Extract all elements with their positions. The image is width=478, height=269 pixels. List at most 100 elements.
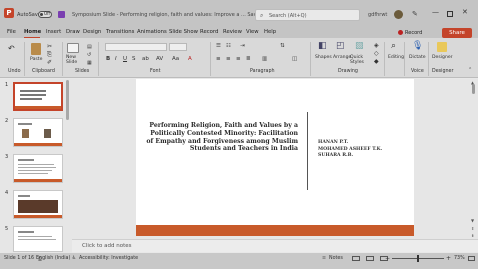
shape-outline-icon[interactable]: ◇: [374, 50, 379, 57]
tab-draw[interactable]: Draw: [66, 29, 80, 35]
tab-record[interactable]: Record: [200, 29, 218, 35]
indent-icon[interactable]: ⇥: [240, 43, 245, 49]
slide-thumbnail-4[interactable]: [13, 190, 63, 219]
normal-view-icon[interactable]: [352, 256, 360, 261]
microphone-icon[interactable]: 🎙: [412, 41, 423, 51]
slide-thumbnail-2[interactable]: [13, 118, 63, 147]
slide-scrollbar[interactable]: [472, 80, 476, 228]
undo-icon[interactable]: ↶: [8, 44, 15, 53]
notes-toggle[interactable]: Notes: [329, 256, 343, 261]
new-slide-icon[interactable]: [67, 43, 79, 53]
quick-styles-icon[interactable]: ▧: [355, 41, 364, 51]
case-icon[interactable]: Aa: [172, 56, 179, 62]
language[interactable]: English (India): [36, 256, 70, 261]
slides-group-label: Slides: [75, 69, 90, 74]
scrollbar-thumb[interactable]: [472, 84, 475, 94]
accessibility-status[interactable]: Accessibility: Investigate: [79, 256, 138, 261]
underline-icon[interactable]: U: [123, 56, 127, 62]
zoom-out-icon[interactable]: −: [385, 255, 390, 262]
smartart-icon[interactable]: ◫: [292, 56, 297, 62]
font-size-select[interactable]: [169, 43, 187, 51]
format-painter-icon[interactable]: ✐: [47, 59, 52, 66]
tab-transitions[interactable]: Transitions: [106, 29, 134, 35]
new-slide-label[interactable]: New Slide: [66, 55, 84, 65]
strikethrough-icon[interactable]: S: [132, 56, 136, 62]
collapse-ribbon-icon[interactable]: ⌃: [468, 67, 472, 73]
next-slide-icon[interactable]: ⇟: [471, 233, 474, 238]
notes-placeholder: Click to add notes: [82, 243, 132, 249]
tab-review[interactable]: Review: [223, 29, 242, 35]
tab-help[interactable]: Help: [264, 29, 276, 35]
text-direction-icon[interactable]: ⇅: [280, 43, 285, 49]
slide-sorter-icon[interactable]: [366, 256, 374, 261]
align-right-icon[interactable]: ≡: [236, 56, 241, 62]
spacing-icon[interactable]: AV: [156, 56, 163, 62]
share-button[interactable]: Share: [442, 28, 472, 38]
find-icon[interactable]: ⌕: [391, 41, 396, 51]
shadow-icon[interactable]: ab: [142, 56, 149, 62]
author-name: SUHARA R.B.: [318, 153, 354, 158]
tab-view[interactable]: View: [246, 29, 259, 35]
slide-title[interactable]: Performing Religion, Faith and Values by…: [142, 122, 298, 153]
cut-icon[interactable]: ✂: [47, 43, 52, 50]
tab-file[interactable]: File: [7, 29, 16, 35]
section-icon[interactable]: ▦: [87, 60, 92, 66]
tab-design[interactable]: Design: [83, 29, 101, 35]
slide-authors[interactable]: HANAN P.T. MOHAMED ASHEEF T.K. SUHARA R.…: [318, 140, 382, 160]
layout-icon[interactable]: ▤: [87, 44, 92, 50]
thumbnail-scrollbar[interactable]: [66, 80, 69, 120]
avatar[interactable]: [394, 10, 403, 19]
align-left-icon[interactable]: ≡: [216, 56, 221, 62]
pen-icon[interactable]: ✎: [412, 10, 418, 18]
italic-icon[interactable]: I: [115, 56, 117, 62]
save-icon[interactable]: [58, 11, 65, 18]
notes-pane[interactable]: Click to add notes: [72, 239, 478, 252]
notes-icon[interactable]: ≡: [322, 256, 326, 261]
slide-thumbnail-5[interactable]: [13, 226, 63, 252]
font-family-select[interactable]: [105, 43, 167, 51]
columns-icon[interactable]: ▥: [262, 56, 267, 62]
arrange-icon[interactable]: ◰: [336, 41, 345, 51]
autosave-state: Off: [44, 11, 50, 16]
arrange-label[interactable]: Arrange: [333, 55, 351, 60]
tab-home[interactable]: Home: [24, 29, 41, 35]
reset-icon[interactable]: ↺: [87, 52, 91, 58]
record-button[interactable]: Record: [398, 28, 426, 38]
bullets-icon[interactable]: ☰: [216, 43, 221, 49]
designer-label[interactable]: Designer: [432, 55, 453, 60]
slide-thumbnail-1[interactable]: [13, 82, 63, 111]
designer-icon[interactable]: [437, 42, 447, 52]
scroll-down-icon[interactable]: ▼: [471, 218, 474, 223]
numbering-icon[interactable]: ☷: [226, 43, 231, 49]
shapes-label[interactable]: Shapes: [315, 55, 332, 60]
zoom-slider-thumb[interactable]: [417, 255, 419, 262]
paste-label[interactable]: Paste: [30, 57, 42, 62]
tab-slide-show[interactable]: Slide Show: [169, 29, 198, 35]
editing-label[interactable]: Editing: [388, 55, 404, 60]
bold-icon[interactable]: B: [106, 56, 110, 62]
shape-effects-icon[interactable]: ◆: [374, 58, 379, 65]
autosave-toggle[interactable]: Off: [38, 11, 52, 18]
thumbnail-number: 1: [5, 82, 9, 88]
minimize-button[interactable]: —: [432, 8, 439, 16]
dictate-label[interactable]: Dictate: [409, 55, 426, 60]
slide-thumbnail-3[interactable]: [13, 154, 63, 183]
tab-insert[interactable]: Insert: [46, 29, 61, 35]
quick-styles-label[interactable]: Quick Styles: [350, 55, 372, 65]
shape-fill-icon[interactable]: ◈: [374, 42, 379, 49]
shapes-icon[interactable]: ◧: [318, 41, 327, 51]
close-button[interactable]: ✕: [462, 8, 468, 16]
font-color-icon[interactable]: A: [188, 56, 192, 62]
accessibility-icon[interactable]: ♿: [72, 256, 76, 261]
search-box[interactable]: ⌕ Search (Alt+Q): [255, 9, 360, 21]
zoom-level[interactable]: 73%: [454, 256, 465, 261]
copy-icon[interactable]: ⎘: [47, 51, 52, 59]
fit-to-window-icon[interactable]: [468, 256, 475, 261]
tab-animations[interactable]: Animations: [137, 29, 167, 35]
justify-icon[interactable]: ≣: [246, 56, 251, 62]
paste-icon[interactable]: [31, 43, 41, 55]
maximize-button[interactable]: [447, 11, 453, 17]
align-center-icon[interactable]: ≡: [226, 56, 231, 62]
zoom-in-icon[interactable]: +: [446, 255, 451, 262]
previous-slide-icon[interactable]: ⇞: [471, 226, 474, 231]
